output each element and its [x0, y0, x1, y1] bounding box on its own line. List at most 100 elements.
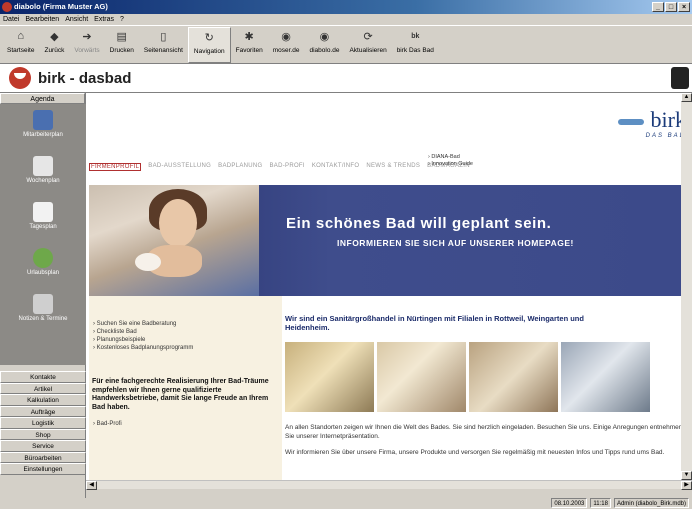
app-icon [2, 2, 12, 12]
notes-icon [33, 294, 53, 314]
promo-text: Für eine fachgerechte Realisierung Ihrer… [92, 378, 269, 411]
print-button[interactable]: ▤ Drucken [105, 27, 139, 63]
forward-button[interactable]: ➔ Vorwärts [69, 27, 104, 63]
agenda-item-urlaubsplan[interactable]: Urlaubsplan [0, 248, 86, 276]
site-nav: FIRMENPROFIL BAD-AUSSTELLUNG BADPLANUNG … [89, 163, 470, 171]
nav-shop[interactable]: Shop [0, 428, 86, 440]
web-icon: ◉ [281, 30, 291, 43]
link-planungsbeispiele[interactable]: › Planungsbeispiele [93, 336, 193, 344]
birk-logo[interactable]: birk DAS BAD [617, 107, 686, 139]
agenda-panel: Mitarbeiterplan Wochenplan Tagesplan Url… [0, 104, 86, 365]
menu-bar: Datei Bearbeiten Ansicht Extras ? [0, 14, 692, 25]
menu-extras[interactable]: Extras [94, 14, 114, 25]
favorites-icon: ✱ [244, 30, 254, 43]
link-list-2: › Bad-Profi [93, 421, 122, 427]
app-header: birk - dasbad [0, 64, 692, 93]
diabolo-link-button[interactable]: ◉ diabolo.de [304, 27, 344, 63]
showroom-photo[interactable] [285, 342, 374, 412]
link-checkliste[interactable]: › Checkliste Bad [93, 328, 193, 336]
back-button[interactable]: ◆ Zurück [39, 27, 69, 63]
agenda-item-tagesplan[interactable]: Tagesplan [0, 202, 86, 230]
page-preview-icon: ▯ [160, 30, 167, 43]
menu-ansicht[interactable]: Ansicht [65, 14, 88, 25]
agenda-item-notizen[interactable]: Notizen & Termine [0, 294, 86, 322]
menu-datei[interactable]: Datei [3, 14, 19, 25]
vacation-icon [33, 248, 53, 268]
link-badberatung[interactable]: › Suchen Sie eine Badberatung [93, 320, 193, 328]
site-nav-bad-profi[interactable]: BAD-PROFI [269, 163, 304, 171]
agenda-header[interactable]: Agenda [0, 93, 85, 104]
scroll-left-icon[interactable]: ◀ [86, 481, 97, 490]
nav-auftraege[interactable]: Aufträge [0, 405, 86, 417]
subnav-diana[interactable]: › DIANA-Bad [428, 154, 473, 161]
showroom-photo[interactable] [377, 342, 466, 412]
nav-service[interactable]: Service [0, 440, 86, 452]
scroll-right-icon[interactable]: ▶ [681, 481, 692, 490]
right-column: Wir sind ein Sanitärgroßhandel in Nürtin… [282, 296, 692, 480]
dayplan-icon [33, 202, 53, 222]
title-bar: diabolo (Firma Muster AG) _ □ × [0, 0, 692, 14]
refresh-button[interactable]: ⟳ Aktualisieren [344, 27, 391, 63]
link-bad-profi[interactable]: › Bad-Profi [93, 421, 122, 427]
link-badplanungsprogramm[interactable]: › Kostenloses Badplanungsprogramm [93, 344, 193, 352]
sidebar: Agenda Mitarbeiterplan Wochenplan Tagesp… [0, 93, 86, 498]
agenda-item-wochenplan[interactable]: Wochenplan [0, 156, 86, 184]
hero-banner: Ein schönes Bad will geplant sein. INFOR… [89, 185, 692, 296]
subnav-innovation[interactable]: › Innovation Guide [428, 161, 473, 168]
logo-wave-icon [617, 119, 644, 125]
site-header [86, 93, 692, 153]
nav-artikel[interactable]: Artikel [0, 382, 86, 394]
minimize-button[interactable]: _ [652, 2, 664, 12]
status-orb-icon [671, 67, 689, 89]
site-nav-badplanung[interactable]: BADPLANUNG [218, 163, 262, 171]
nav-kontakte[interactable]: Kontakte [0, 371, 86, 383]
navigation-icon: ↻ [204, 31, 214, 44]
navigation-button[interactable]: ↻ Navigation [187, 27, 231, 63]
module-buttons: Kontakte Artikel Kalkulation Aufträge Lo… [0, 371, 86, 475]
scroll-down-icon[interactable]: ▼ [681, 471, 692, 480]
menu-help[interactable]: ? [120, 14, 124, 25]
home-button[interactable]: ⌂ Startseite [2, 27, 39, 63]
favorites-button[interactable]: ✱ Favoriten [231, 27, 268, 63]
hero-title: Ein schönes Bad will geplant sein. [286, 215, 552, 232]
birk-link-button[interactable]: bk birk Das Bad [392, 27, 439, 63]
maximize-button[interactable]: □ [665, 2, 677, 12]
web-icon: ◉ [319, 30, 330, 43]
site-nav-bad-ausstellung[interactable]: BAD-AUSSTELLUNG [148, 163, 211, 171]
page-title: birk - dasbad [38, 70, 132, 87]
calendar-icon [33, 110, 53, 130]
back-icon: ◆ [50, 30, 59, 43]
nav-einstellungen[interactable]: Einstellungen [0, 463, 86, 475]
status-bar: 08.10.2003 11:18 Admin (diabolo_Birk.mdb… [0, 498, 692, 509]
site-nav-firmenprofil[interactable]: FIRMENPROFIL [89, 163, 142, 171]
site-subnav: › DIANA-Bad › Innovation Guide [428, 154, 473, 168]
horizontal-scrollbar[interactable]: ◀ ▶ [86, 480, 692, 490]
close-button[interactable]: × [678, 2, 690, 12]
site-nav-news[interactable]: NEWS & TRENDS [366, 163, 420, 171]
hero-photo [89, 185, 259, 296]
birk-icon: bk [411, 32, 420, 40]
site-nav-kontakt[interactable]: KONTAKT/INFO [312, 163, 360, 171]
printer-icon: ▤ [116, 30, 127, 43]
browser-content: FIRMENPROFIL BAD-AUSSTELLUNG BADPLANUNG … [86, 93, 692, 480]
photo-strip [285, 342, 650, 412]
nav-bueroarbeiten[interactable]: Büroarbeiten [0, 451, 86, 463]
status-date: 08.10.2003 [551, 498, 588, 508]
diabolo-logo-icon [9, 67, 31, 89]
showroom-photo[interactable] [469, 342, 558, 412]
page-preview-button[interactable]: ▯ Seitenansicht [139, 27, 188, 63]
home-icon: ⌂ [17, 30, 25, 42]
toolbar: ⌂ Startseite ◆ Zurück ➔ Vorwärts ▤ Drucken ▯… [0, 25, 692, 64]
nav-kalkulation[interactable]: Kalkulation [0, 394, 86, 406]
status-user: Admin (diabolo_Birk.mdb) [613, 498, 689, 508]
company-headline: Wir sind ein Sanitärgroßhandel in Nürtin… [285, 314, 584, 332]
scroll-up-icon[interactable]: ▲ [681, 93, 692, 102]
moser-link-button[interactable]: ◉ moser.de [268, 27, 305, 63]
vertical-scrollbar[interactable]: ▲ ▼ [681, 93, 692, 480]
menu-bearbeiten[interactable]: Bearbeiten [25, 14, 59, 25]
left-column: › Suchen Sie eine Badberatung › Checklis… [89, 296, 282, 480]
showroom-photo[interactable] [561, 342, 650, 412]
agenda-item-mitarbeiterplan[interactable]: Mitarbeiterplan [0, 110, 86, 138]
nav-logistik[interactable]: Logistik [0, 417, 86, 429]
info-paragraph: An allen Standorten zeigen wir Ihnen die… [285, 424, 683, 440]
